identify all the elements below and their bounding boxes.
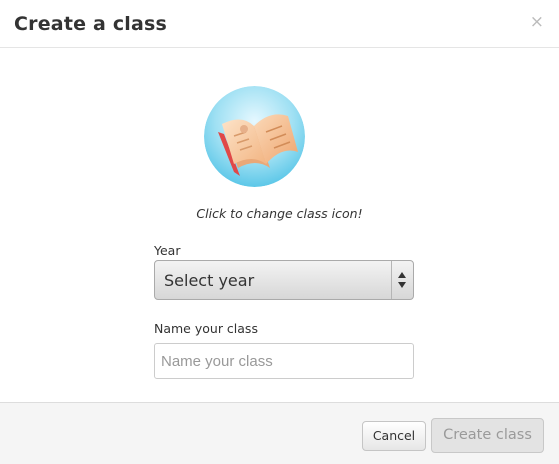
dialog-title: Create a class xyxy=(14,13,168,35)
dialog-footer: Cancel Create class xyxy=(0,402,559,464)
dialog-header: Create a class × xyxy=(0,0,559,48)
class-name-input[interactable] xyxy=(154,343,414,379)
year-select-value: Select year xyxy=(164,271,255,290)
year-label: Year xyxy=(154,243,181,258)
class-icon-button[interactable] xyxy=(204,86,305,187)
close-icon[interactable]: × xyxy=(530,14,544,31)
create-class-button[interactable]: Create class xyxy=(431,418,544,453)
class-name-label: Name your class xyxy=(154,321,258,336)
cancel-button[interactable]: Cancel xyxy=(362,421,426,451)
open-book-icon xyxy=(204,86,305,187)
create-class-dialog: Create a class × Click to change class i… xyxy=(0,0,559,464)
year-select[interactable]: Select year xyxy=(154,260,414,300)
class-icon-caption: Click to change class icon! xyxy=(196,206,363,221)
select-arrows-icon xyxy=(391,261,413,299)
